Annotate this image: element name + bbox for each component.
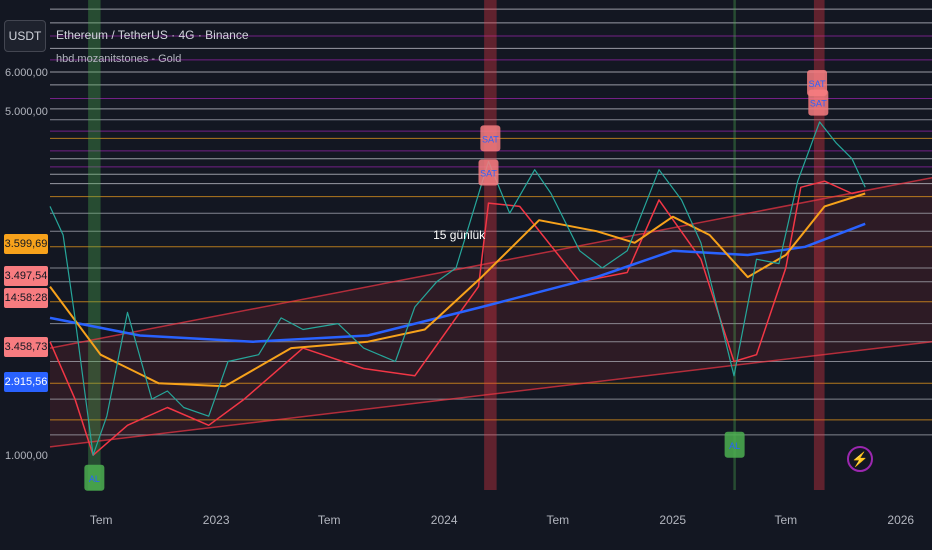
x-tick-label: Tem xyxy=(90,513,113,527)
price-badge: 2.915,56 xyxy=(4,372,48,392)
x-tick-label: 2026 xyxy=(887,513,914,527)
signal-label: SAT xyxy=(482,134,499,144)
x-tick-label: 2025 xyxy=(659,513,686,527)
symbol-title: Ethereum / TetherUS · 4G · Binance xyxy=(56,28,249,42)
price-badge: 3.599,69 xyxy=(4,234,48,254)
y-tick-label: 6.000,00 xyxy=(5,67,48,79)
signal-label: SAT xyxy=(810,99,827,109)
price-badge: 3.497,54 xyxy=(4,266,48,286)
x-tick-label: 2024 xyxy=(431,513,458,527)
currency-selector[interactable]: USDT xyxy=(4,20,46,52)
x-tick-label: Tem xyxy=(774,513,797,527)
chart-root: { "header": { "currency_label": "USDT", … xyxy=(0,0,932,550)
indicator-name: hbd.mozanitstones - Gold xyxy=(56,53,182,65)
signal-label: AL xyxy=(89,474,100,484)
price-badge: 14:58:28 xyxy=(4,288,48,308)
chart-canvas[interactable]: 1.000,00 5.000,00 6.000,00 Tem 2023 Tem 2024 Te… xyxy=(0,0,932,550)
signal-label: SAT xyxy=(480,169,497,179)
x-tick-label: 2023 xyxy=(203,513,230,527)
signal-zone xyxy=(484,0,497,490)
annotation-label: 15 günlük xyxy=(433,228,486,242)
signal-label: AL xyxy=(729,441,740,451)
x-tick-label: Tem xyxy=(318,513,341,527)
signal-zone xyxy=(88,0,101,490)
lightning-icon[interactable]: ⚡ xyxy=(847,446,873,472)
price-badge: 3.458,73 xyxy=(4,337,48,357)
y-tick-label: 5.000,00 xyxy=(5,106,48,118)
y-tick-label: 1.000,00 xyxy=(5,450,48,462)
signal-label: SAT xyxy=(809,79,826,89)
x-tick-label: Tem xyxy=(547,513,570,527)
signal-zone xyxy=(733,0,736,490)
